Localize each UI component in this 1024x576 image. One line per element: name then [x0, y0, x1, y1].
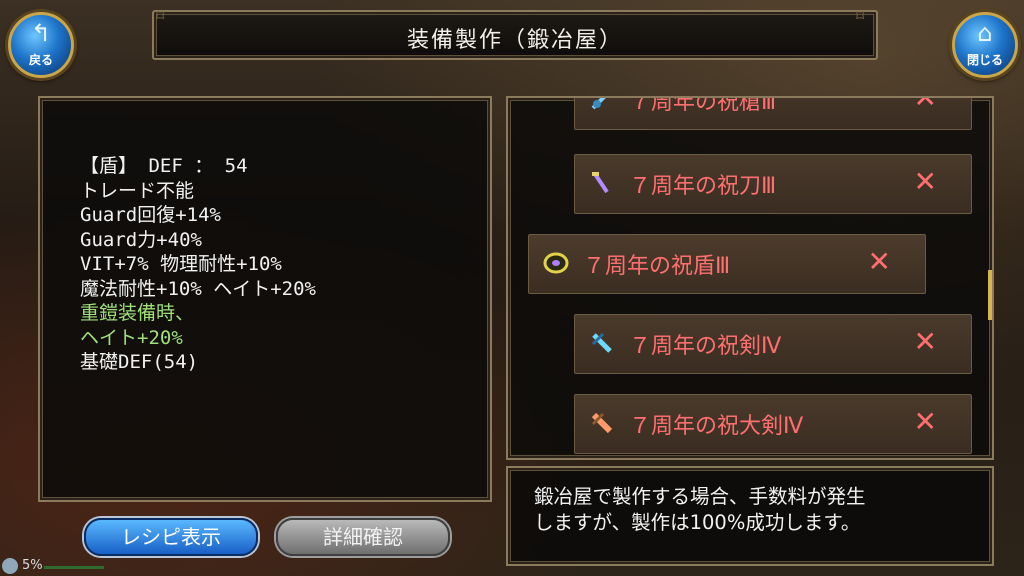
base-def-line: 基礎DEF(54)	[80, 351, 199, 373]
stat-line: 【盾】 DEF ： 54	[80, 155, 248, 177]
unavailable-mark-icon: ✕	[913, 325, 937, 358]
ornament-icon: ⌑	[156, 6, 165, 25]
item-stats: 【盾】 DEF ： 54 トレード不能 Guard回復+14% Guard力+4…	[80, 154, 316, 375]
recipe-item-name: ７周年の祝盾Ⅲ	[583, 254, 731, 279]
page-title: 装備製作（鍛冶屋）	[406, 28, 623, 53]
stat-line: Guard回復+14%	[80, 204, 221, 226]
stat-line: トレード不能	[80, 179, 195, 202]
back-label: 戻る	[28, 53, 53, 67]
unavailable-mark-icon: ✕	[867, 245, 891, 278]
recipe-item[interactable]: ７周年の祝大剣Ⅳ ✕	[574, 394, 972, 454]
unavailable-mark-icon: ✕	[913, 165, 937, 198]
recipe-item-name: ７周年の祝剣Ⅳ	[629, 334, 782, 359]
stat-line: VIT+7% 物理耐性+10%	[80, 253, 282, 275]
progress-bar	[44, 566, 104, 569]
recipe-item-name: ７周年の祝槍Ⅲ	[629, 96, 777, 115]
greatsword-icon	[591, 412, 613, 434]
item-detail-panel: 【盾】 DEF ： 54 トレード不能 Guard回復+14% Guard力+4…	[38, 96, 492, 502]
recipe-item-name: ７周年の祝刀Ⅲ	[629, 174, 777, 199]
recipe-list-panel: ７周年の祝槍Ⅲ ✕ ７周年の祝刀Ⅲ ✕ ７周年の祝盾Ⅲ ✕ ７周年の祝剣Ⅳ ✕ …	[506, 96, 994, 460]
sword-icon	[591, 332, 612, 353]
back-button[interactable]: ↰ 戻る	[8, 12, 74, 78]
stat-line: 魔法耐性+10% ヘイト+20%	[80, 277, 316, 300]
info-panel: 鍛冶屋で製作する場合、手数料が発生 しますが、製作は100%成功します。	[506, 466, 994, 566]
katana-icon	[592, 172, 609, 194]
recipe-item-name: ７周年の祝大剣Ⅳ	[629, 414, 804, 439]
close-label: 閉じる	[966, 53, 1003, 67]
recipe-item-selected[interactable]: ７周年の祝盾Ⅲ ✕	[528, 234, 926, 294]
info-line: しますが、製作は100%成功します。	[534, 511, 861, 534]
shield-icon	[543, 252, 569, 274]
spear-icon	[591, 98, 606, 110]
info-text: 鍛冶屋で製作する場合、手数料が発生 しますが、製作は100%成功します。	[534, 484, 866, 536]
unavailable-mark-icon: ✕	[913, 405, 937, 438]
back-arrow-icon: ↰	[30, 19, 52, 47]
recipe-list-scrollbar[interactable]	[988, 270, 992, 320]
recipe-item[interactable]: ７周年の祝槍Ⅲ ✕	[574, 96, 972, 130]
globe-icon	[2, 558, 18, 574]
info-line: 鍛冶屋で製作する場合、手数料が発生	[534, 485, 866, 508]
title-bar: 装備製作（鍛冶屋）	[152, 10, 878, 60]
progress-percent: 5%	[22, 558, 43, 573]
home-icon: ⌂	[977, 19, 993, 47]
bonus-line: ヘイト+20%	[80, 326, 183, 349]
ornament-icon: ⌑	[856, 6, 865, 25]
bonus-line: 重鎧装備時、	[80, 302, 195, 324]
detail-confirm-button[interactable]: 詳細確認	[276, 518, 450, 556]
recipe-item[interactable]: ７周年の祝剣Ⅳ ✕	[574, 314, 972, 374]
recipe-display-button[interactable]: レシピ表示	[84, 518, 258, 556]
stat-line: Guard力+40%	[80, 228, 202, 251]
unavailable-mark-icon: ✕	[913, 96, 937, 114]
recipe-item[interactable]: ７周年の祝刀Ⅲ ✕	[574, 154, 972, 214]
close-button[interactable]: ⌂ 閉じる	[952, 12, 1018, 78]
